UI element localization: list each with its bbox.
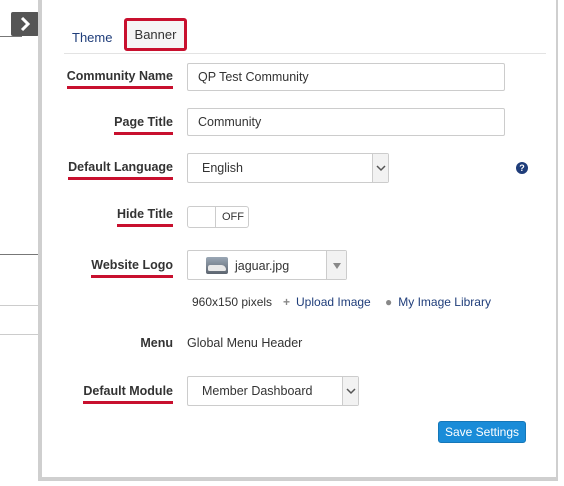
background-divider: [0, 334, 40, 335]
chevron-right-icon: [20, 17, 31, 31]
upload-image-label: Upload Image: [296, 295, 371, 309]
background-divider: [0, 254, 40, 255]
logo-thumbnail: [206, 257, 228, 274]
save-settings-button[interactable]: Save Settings: [438, 421, 526, 443]
default-language-label: Default Language: [68, 160, 173, 180]
website-logo-select[interactable]: jaguar.jpg: [187, 250, 347, 280]
logo-filename: jaguar.jpg: [235, 259, 290, 273]
dropdown-arrow: [326, 251, 346, 279]
user-icon: ●: [385, 295, 393, 309]
logo-dimensions: 960x150 pixels: [192, 295, 273, 309]
page-title-label: Page Title: [114, 115, 173, 135]
menu-label: Menu: [140, 336, 173, 350]
chevron-down-icon: [376, 165, 386, 172]
caret-down-icon: [333, 263, 341, 269]
upload-image-link[interactable]: + Upload Image: [283, 295, 371, 309]
question-circle-icon[interactable]: ?: [516, 162, 528, 174]
toggle-knob: [188, 207, 216, 227]
dropdown-arrow: [372, 154, 388, 182]
background-divider: [0, 36, 22, 37]
default-language-select[interactable]: English: [187, 153, 389, 183]
sidebar-toggle-button[interactable]: [11, 12, 39, 36]
settings-panel: Theme Banner Community Name QP Test Comm…: [38, 0, 558, 481]
default-language-value: English: [202, 161, 243, 175]
my-image-library-link[interactable]: ● My Image Library: [385, 295, 491, 309]
hide-title-toggle[interactable]: OFF: [187, 206, 249, 228]
community-name-input[interactable]: QP Test Community: [187, 63, 505, 91]
tab-banner[interactable]: Banner: [124, 18, 187, 51]
website-logo-label: Website Logo: [91, 258, 173, 278]
plus-icon: +: [283, 295, 291, 309]
dropdown-arrow: [342, 377, 358, 405]
default-module-value: Member Dashboard: [202, 384, 313, 398]
page-title-input[interactable]: Community: [187, 108, 505, 136]
default-module-label: Default Module: [83, 384, 173, 404]
my-image-library-label: My Image Library: [398, 295, 491, 309]
background-divider: [0, 305, 40, 306]
tab-bar: Theme Banner: [64, 18, 546, 54]
default-module-select[interactable]: Member Dashboard: [187, 376, 359, 406]
community-name-label: Community Name: [66, 69, 173, 89]
tab-theme[interactable]: Theme: [72, 30, 112, 45]
toggle-state: OFF: [222, 211, 244, 223]
menu-value: Global Menu Header: [187, 336, 303, 350]
hide-title-label: Hide Title: [116, 207, 173, 227]
chevron-down-icon: [346, 388, 356, 395]
